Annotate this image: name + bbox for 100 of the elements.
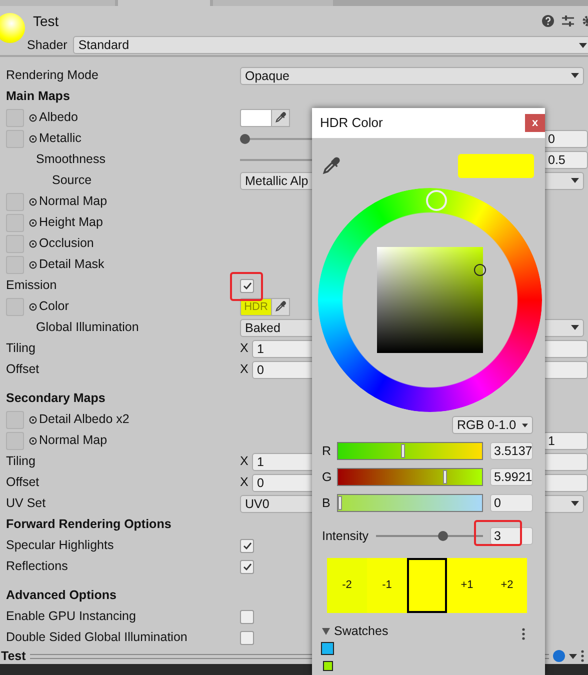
shader-dropdown[interactable]: Standard xyxy=(73,36,588,54)
field-label: Offset xyxy=(6,361,40,378)
exposure-swatch[interactable]: -1 xyxy=(367,558,407,613)
swatches-label: Swatches xyxy=(334,623,388,640)
target-icon[interactable] xyxy=(29,134,37,142)
eyedropper-button[interactable] xyxy=(272,108,290,126)
material-title: Test xyxy=(33,12,59,31)
intensity-slider[interactable] xyxy=(376,530,483,542)
color-swatch[interactable] xyxy=(321,642,334,655)
eyedropper-icon[interactable] xyxy=(322,157,340,175)
field-label: Smoothness xyxy=(36,151,106,168)
hue-handle[interactable] xyxy=(426,190,447,211)
check-icon xyxy=(242,282,252,290)
shader-label: Shader xyxy=(27,37,68,54)
slider-knob[interactable] xyxy=(438,531,448,541)
color-swatch[interactable] xyxy=(323,660,333,671)
caret-icon xyxy=(571,501,579,506)
more-icon[interactable] xyxy=(581,650,584,662)
caret-icon xyxy=(571,73,579,78)
field-label: Source xyxy=(52,172,92,190)
caret-icon xyxy=(579,42,587,48)
input-field[interactable] xyxy=(543,340,588,358)
target-icon[interactable] xyxy=(29,436,37,444)
more-icon[interactable] xyxy=(522,628,525,640)
slider-handle[interactable] xyxy=(338,496,342,510)
eyedropper-icon xyxy=(275,301,286,312)
field-label: Detail Mask xyxy=(39,256,104,274)
material-preview-icon xyxy=(0,13,25,43)
input-field[interactable]: 0.5 xyxy=(543,150,588,168)
field-label: Normal Map xyxy=(39,432,108,450)
input-field[interactable]: 0 xyxy=(490,494,533,512)
slider-handle[interactable] xyxy=(443,470,447,484)
channel-label: R xyxy=(322,442,332,460)
section-heading: Main Maps xyxy=(6,88,70,106)
axis-label: X xyxy=(240,453,250,470)
channel-label: B xyxy=(322,494,332,512)
input-field[interactable]: 3.5137 xyxy=(490,442,533,460)
input-field[interactable] xyxy=(543,474,588,492)
target-icon[interactable] xyxy=(29,240,37,248)
field-label: Tiling xyxy=(6,340,36,358)
caret-icon xyxy=(571,325,579,330)
checkbox[interactable] xyxy=(240,630,254,644)
checkbox[interactable] xyxy=(240,538,254,552)
color-handle[interactable] xyxy=(474,264,486,276)
intensity-label: Intensity xyxy=(322,528,370,545)
target-icon[interactable] xyxy=(29,198,37,206)
channel-label: G xyxy=(322,468,333,486)
target-icon[interactable] xyxy=(29,260,37,268)
field-label: Color xyxy=(39,298,69,316)
slider-knob[interactable] xyxy=(240,134,250,144)
help-icon[interactable] xyxy=(542,15,554,27)
checkbox[interactable] xyxy=(240,610,254,624)
section-heading: Secondary Maps xyxy=(6,390,106,408)
sphere-icon[interactable] xyxy=(553,650,565,662)
input-field[interactable]: 0 xyxy=(543,130,588,148)
field-label: Rendering Mode xyxy=(6,67,98,84)
field-label: Normal Map xyxy=(39,193,108,210)
slider-handle[interactable] xyxy=(401,444,405,458)
eyedropper-icon xyxy=(275,112,286,123)
caret-icon xyxy=(569,654,577,658)
input-field[interactable]: 5.9921 xyxy=(490,468,533,486)
target-icon[interactable] xyxy=(29,218,37,226)
exposure-swatch[interactable]: -2 xyxy=(327,558,367,613)
input-field[interactable]: 1 xyxy=(543,432,588,450)
target-icon[interactable] xyxy=(29,114,37,122)
field-label: Height Map xyxy=(39,214,103,232)
field-label: Enable GPU Instancing xyxy=(6,608,136,626)
field-label: Global Illumination xyxy=(36,319,139,336)
exposure-swatch[interactable]: +1 xyxy=(447,558,487,613)
expand-triangle-icon[interactable] xyxy=(322,628,330,635)
input-field[interactable]: 3 xyxy=(490,527,533,545)
color-square[interactable] xyxy=(377,247,483,353)
mode-dropdown[interactable]: RGB 0-1.0 xyxy=(452,416,533,434)
section-heading: Advanced Options xyxy=(6,587,116,604)
caret-icon xyxy=(571,178,579,183)
check-icon xyxy=(242,542,252,550)
checkbox[interactable] xyxy=(240,560,254,574)
checkbox[interactable] xyxy=(240,278,254,292)
exposure-swatch[interactable] xyxy=(407,558,447,613)
axis-label: X xyxy=(240,361,250,378)
field-label: UV Set xyxy=(6,495,46,512)
channel-slider[interactable] xyxy=(337,442,483,460)
section-heading: Forward Rendering Options xyxy=(6,516,172,534)
field-label: Offset xyxy=(6,474,40,492)
dropdown[interactable]: Opaque xyxy=(240,66,584,84)
field-label: Occlusion xyxy=(39,235,94,252)
field-label: Reflections xyxy=(6,558,68,576)
eyedropper-button[interactable] xyxy=(272,298,290,316)
target-icon[interactable] xyxy=(29,302,37,310)
field-label: Double Sided Global Illumination xyxy=(6,629,188,646)
close-button[interactable]: x xyxy=(525,114,545,132)
axis-label: X xyxy=(240,340,250,358)
field-label: Albedo xyxy=(39,109,78,126)
target-icon[interactable] xyxy=(29,416,37,424)
channel-slider[interactable] xyxy=(337,468,483,486)
input-field[interactable] xyxy=(543,360,588,378)
color-field[interactable] xyxy=(240,108,272,126)
settings-sliders-icon[interactable] xyxy=(562,15,574,27)
input-field[interactable] xyxy=(543,452,588,470)
exposure-swatch[interactable]: +2 xyxy=(487,558,527,613)
